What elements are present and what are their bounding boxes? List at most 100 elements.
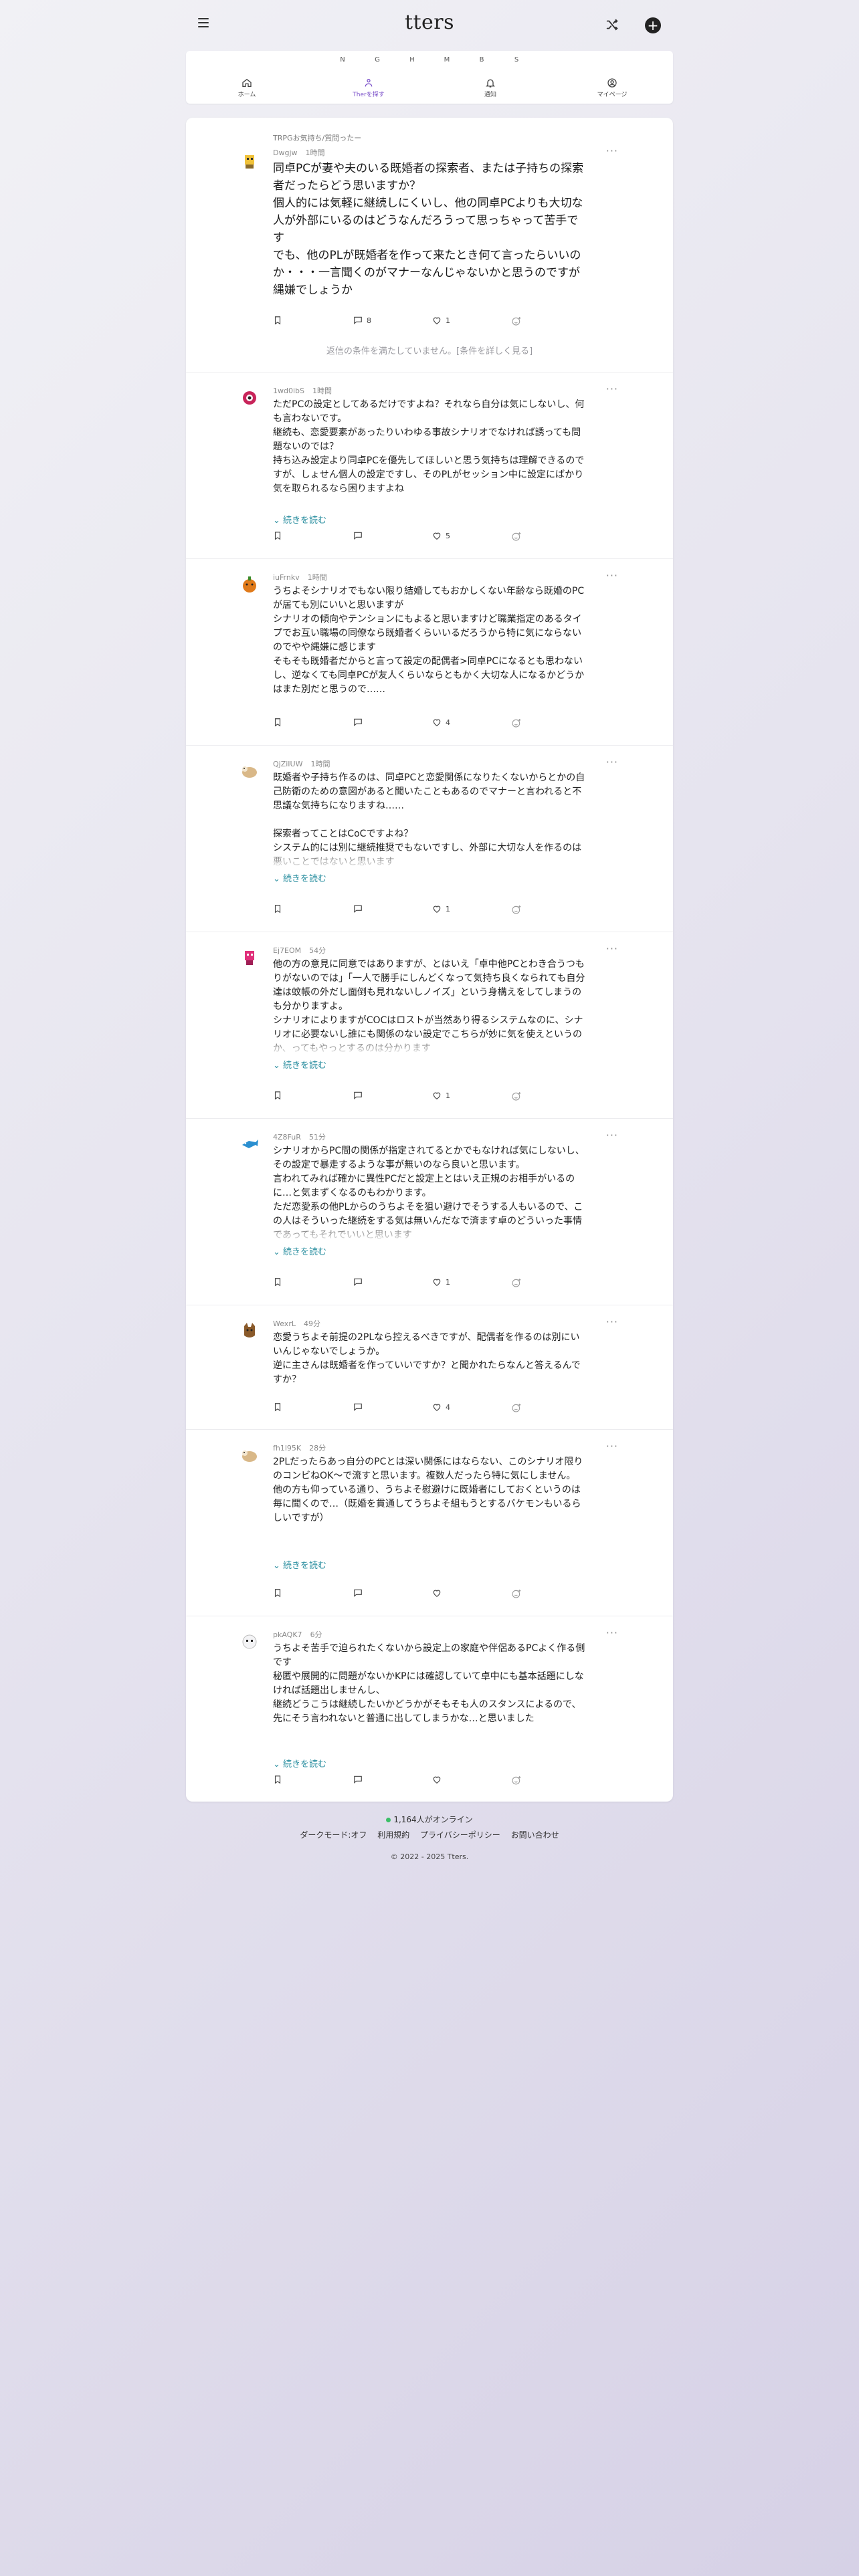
username[interactable]: Dwgjw bbox=[273, 148, 298, 157]
privacy-link[interactable]: プライバシーポリシー bbox=[420, 1830, 500, 1840]
letter-tab[interactable]: S bbox=[499, 56, 534, 64]
timestamp: 1時間 bbox=[312, 387, 332, 395]
reaction-button[interactable] bbox=[511, 316, 522, 326]
bookmark-icon bbox=[274, 1278, 281, 1287]
reply-button[interactable]: 8 bbox=[353, 316, 371, 325]
bookmark-button[interactable] bbox=[273, 904, 282, 914]
bookmark-button[interactable] bbox=[273, 531, 282, 540]
reply-button[interactable] bbox=[353, 718, 367, 727]
avatar[interactable] bbox=[240, 151, 260, 171]
chevron-down-icon: ⌄ bbox=[273, 1561, 284, 1571]
read-more-link[interactable]: ⌄ 続きを読む bbox=[273, 1245, 589, 1258]
like-button[interactable]: 1 bbox=[432, 1277, 450, 1287]
reaction-button[interactable] bbox=[511, 531, 522, 542]
reaction-button[interactable] bbox=[511, 1277, 522, 1288]
reaction-button[interactable] bbox=[511, 1588, 522, 1599]
post-actions: 1 bbox=[273, 1091, 541, 1104]
read-more-link[interactable]: ⌄ 続きを読む bbox=[273, 1558, 589, 1572]
avatar[interactable] bbox=[240, 948, 260, 968]
avatar[interactable] bbox=[240, 1445, 260, 1465]
reaction-button[interactable] bbox=[511, 718, 522, 728]
shuffle-icon[interactable] bbox=[605, 17, 619, 32]
bookmark-icon bbox=[274, 1589, 281, 1598]
reply-button[interactable] bbox=[353, 1588, 367, 1598]
username[interactable]: QjZiIUW bbox=[273, 760, 302, 768]
avatar[interactable] bbox=[240, 388, 260, 408]
terms-link[interactable]: 利用規約 bbox=[377, 1830, 409, 1840]
reaction-button[interactable] bbox=[511, 1091, 522, 1101]
reply-button[interactable] bbox=[353, 904, 367, 914]
like-button[interactable]: 4 bbox=[432, 1402, 450, 1412]
reaction-button[interactable] bbox=[511, 1402, 522, 1413]
letter-tab[interactable]: H bbox=[395, 56, 430, 64]
username[interactable]: WexrL bbox=[273, 1319, 296, 1328]
post-actions: 5 bbox=[273, 531, 541, 544]
like-button[interactable]: 1 bbox=[432, 1091, 450, 1100]
contact-link[interactable]: お問い合わせ bbox=[511, 1830, 559, 1840]
like-button[interactable] bbox=[432, 1775, 446, 1784]
more-options-icon[interactable]: ··· bbox=[606, 1440, 618, 1453]
like-button[interactable]: 1 bbox=[432, 904, 450, 914]
avatar[interactable] bbox=[240, 1134, 260, 1154]
bookmark-button[interactable] bbox=[273, 1402, 282, 1412]
letter-tab[interactable]: B bbox=[464, 56, 499, 64]
read-more-link[interactable]: ⌄ 続きを読む bbox=[273, 513, 589, 526]
more-options-icon[interactable]: ··· bbox=[606, 144, 618, 157]
bell-icon bbox=[486, 79, 495, 88]
read-more-link[interactable]: ⌄ 続きを読む bbox=[273, 1757, 589, 1770]
avatar[interactable] bbox=[240, 761, 260, 781]
reply-button[interactable] bbox=[353, 1402, 367, 1412]
bookmark-button[interactable] bbox=[273, 1775, 282, 1784]
read-more-link[interactable]: ⌄ 続きを読む bbox=[273, 1058, 589, 1071]
dark-mode-toggle[interactable]: ダークモード:オフ bbox=[300, 1830, 367, 1840]
more-options-icon[interactable]: ··· bbox=[606, 1626, 618, 1639]
avatar[interactable] bbox=[240, 574, 260, 595]
reply-button[interactable] bbox=[353, 1277, 367, 1287]
bookmark-button[interactable] bbox=[273, 718, 282, 727]
bookmark-button[interactable] bbox=[273, 1588, 282, 1598]
nav-notifications[interactable]: 通知 bbox=[430, 78, 551, 98]
bookmark-icon bbox=[274, 316, 281, 325]
username[interactable]: pkAQK7 bbox=[273, 1630, 302, 1639]
post-meta: WexrL 49分 bbox=[273, 1318, 589, 1329]
reply-condition-note[interactable]: 返信の条件を満たしていません。[条件を詳しく見る] bbox=[186, 344, 673, 356]
letter-tab[interactable]: M bbox=[430, 56, 464, 64]
more-options-icon[interactable]: ··· bbox=[606, 383, 618, 395]
bookmark-button[interactable] bbox=[273, 1277, 282, 1287]
nav-find-thers[interactable]: Therを探す bbox=[308, 78, 430, 98]
more-options-icon[interactable]: ··· bbox=[606, 1129, 618, 1142]
topic-tag[interactable]: TRPGお気持ち/質問ったー bbox=[273, 132, 589, 143]
username[interactable]: Ej7EOM bbox=[273, 946, 301, 955]
reply-button[interactable] bbox=[353, 1775, 367, 1784]
letter-tab[interactable]: G bbox=[360, 56, 395, 64]
username[interactable]: iuFrnkv bbox=[273, 573, 300, 582]
chevron-down-icon: ⌄ bbox=[273, 516, 284, 526]
like-button[interactable] bbox=[432, 1588, 446, 1598]
bookmark-button[interactable] bbox=[273, 1091, 282, 1100]
more-options-icon[interactable]: ··· bbox=[606, 1315, 618, 1328]
letter-tab[interactable]: N bbox=[325, 56, 360, 64]
reply-button[interactable] bbox=[353, 1091, 367, 1100]
avatar[interactable] bbox=[240, 1632, 260, 1652]
read-more-link[interactable]: ⌄ 続きを読む bbox=[273, 871, 589, 885]
nav-mypage[interactable]: マイページ bbox=[551, 78, 673, 98]
app-logo[interactable]: tters bbox=[186, 11, 673, 34]
new-post-icon[interactable]: + bbox=[645, 17, 661, 33]
like-button[interactable]: 4 bbox=[432, 718, 450, 727]
avatar[interactable] bbox=[240, 1321, 260, 1341]
bookmark-button[interactable] bbox=[273, 316, 282, 325]
feed: TRPGお気持ち/質問ったー Dwgjw 1時間 同卓PCが妻や夫のいる既婚者の探… bbox=[186, 118, 673, 1802]
reaction-button[interactable] bbox=[511, 1775, 522, 1786]
nav-home[interactable]: ホーム bbox=[186, 78, 308, 98]
like-button[interactable]: 5 bbox=[432, 531, 450, 540]
reaction-button[interactable] bbox=[511, 904, 522, 915]
more-options-icon[interactable]: ··· bbox=[606, 942, 618, 955]
username[interactable]: 4Z8FuR bbox=[273, 1133, 301, 1142]
like-button[interactable]: 1 bbox=[432, 316, 450, 325]
more-options-icon[interactable]: ··· bbox=[606, 756, 618, 768]
username[interactable]: fh1l95K bbox=[273, 1444, 301, 1453]
reply-button[interactable] bbox=[353, 531, 367, 540]
top-bar: tters + bbox=[186, 0, 673, 51]
username[interactable]: 1wd0ibS bbox=[273, 387, 304, 395]
more-options-icon[interactable]: ··· bbox=[606, 569, 618, 582]
